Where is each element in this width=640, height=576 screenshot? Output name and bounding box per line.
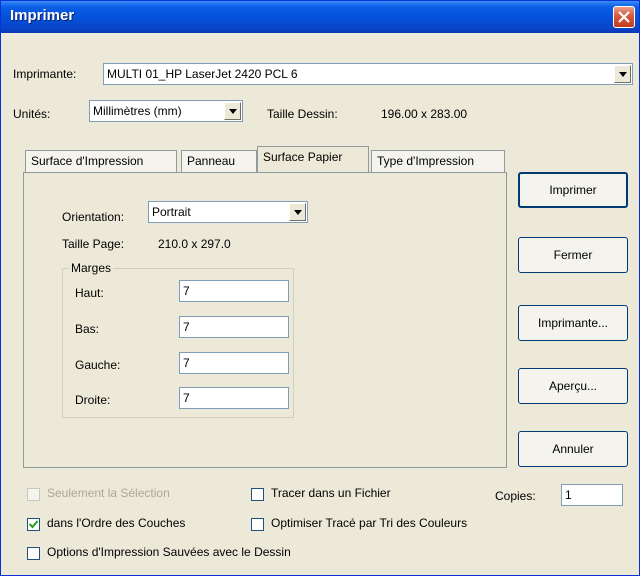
margin-top-input[interactable]: 7: [179, 280, 289, 302]
tab-panel-paper-surface: Orientation: Portrait Taille Page: 210.0…: [23, 172, 507, 468]
optimize-plot-checkbox[interactable]: [251, 518, 264, 531]
margins-group: Marges Haut: 7 Bas: 7 Gauche: 7 Droite: …: [62, 261, 294, 418]
window-title: Imprimer: [10, 7, 75, 24]
saved-options-label: Options d'Impression Sauvées avec le Des…: [47, 545, 291, 559]
units-label: Unités:: [13, 107, 51, 121]
close-window-button[interactable]: [613, 6, 635, 28]
margin-right-value: 7: [183, 391, 190, 405]
selection-only-label: Seulement la Sélection: [47, 486, 170, 500]
plot-to-file-checkbox[interactable]: [251, 488, 264, 501]
page-size-value: 210.0 x 297.0: [158, 237, 231, 251]
chevron-down-icon[interactable]: [289, 203, 306, 221]
margin-left-label: Gauche:: [75, 358, 121, 372]
orientation-select[interactable]: Portrait: [148, 201, 308, 223]
close-button[interactable]: Fermer: [518, 237, 628, 273]
layer-order-label: dans l'Ordre des Couches: [47, 516, 186, 530]
tab-panel[interactable]: Panneau: [181, 150, 257, 172]
print-dialog: Imprimer Imprimante: MULTI 01_HP LaserJe…: [0, 0, 640, 576]
printer-label: Imprimante:: [13, 67, 77, 81]
chevron-down-icon[interactable]: [614, 65, 631, 83]
cancel-button[interactable]: Annuler: [518, 431, 628, 467]
margin-top-value: 7: [183, 284, 190, 298]
layer-order-checkbox[interactable]: [27, 518, 40, 531]
units-select[interactable]: Millimètres (mm): [89, 100, 243, 122]
copies-value: 1: [565, 488, 572, 502]
margin-right-label: Droite:: [75, 393, 111, 407]
plot-to-file-label: Tracer dans un Fichier: [271, 486, 391, 500]
optimize-plot-label: Optimiser Tracé par Tri des Couleurs: [271, 516, 468, 530]
margin-left-input[interactable]: 7: [179, 352, 289, 374]
margin-bottom-input[interactable]: 7: [179, 316, 289, 338]
title-bar[interactable]: Imprimer: [1, 1, 639, 33]
page-size-label: Taille Page:: [62, 237, 125, 251]
chevron-down-icon[interactable]: [224, 102, 241, 120]
preview-button[interactable]: Aperçu...: [518, 368, 628, 404]
margin-top-label: Haut:: [75, 286, 104, 300]
tab-paper-surface[interactable]: Surface Papier: [257, 146, 369, 172]
orientation-label: Orientation:: [62, 210, 125, 224]
drawing-size-label: Taille Dessin:: [267, 107, 338, 121]
drawing-size-value: 196.00 x 283.00: [381, 107, 468, 121]
margin-left-value: 7: [183, 356, 190, 370]
margins-title: Marges: [69, 261, 114, 275]
saved-options-checkbox[interactable]: [27, 547, 40, 560]
tab-print-type[interactable]: Type d'Impression: [371, 150, 505, 172]
copies-label: Copies:: [495, 489, 536, 503]
close-icon: [618, 11, 630, 23]
print-button[interactable]: Imprimer: [518, 172, 628, 208]
margin-right-input[interactable]: 7: [179, 387, 289, 409]
printer-select[interactable]: MULTI 01_HP LaserJet 2420 PCL 6: [103, 63, 633, 85]
tab-print-area[interactable]: Surface d'Impression: [25, 150, 177, 172]
margin-bottom-value: 7: [183, 320, 190, 334]
printer-button[interactable]: Imprimante...: [518, 305, 628, 341]
selection-only-checkbox[interactable]: [27, 488, 40, 501]
printer-select-value: MULTI 01_HP LaserJet 2420 PCL 6: [107, 67, 298, 81]
units-select-value: Millimètres (mm): [93, 104, 182, 118]
margin-bottom-label: Bas:: [75, 322, 100, 336]
copies-input[interactable]: 1: [561, 484, 623, 506]
orientation-select-value: Portrait: [152, 205, 191, 219]
checkmark-icon: [29, 520, 38, 529]
